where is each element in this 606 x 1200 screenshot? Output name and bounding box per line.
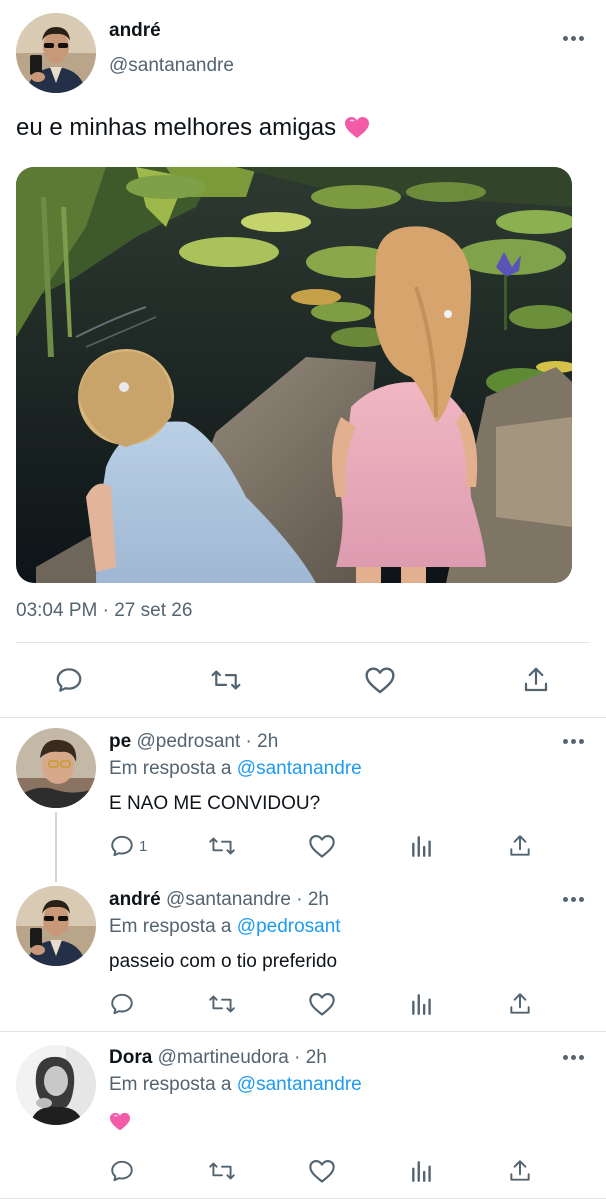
retweet-icon — [211, 670, 241, 690]
reply-header: pe @pedrosant · 2h — [109, 731, 278, 753]
reply-prefix: Em resposta a — [109, 758, 232, 779]
reply-context: Em resposta a @pedrosant — [109, 916, 341, 938]
avatar-pe[interactable] — [16, 728, 96, 808]
separator: · — [288, 1047, 306, 1068]
reply-prefix: Em resposta a — [109, 916, 232, 937]
share-icon — [510, 835, 530, 856]
tweet-photo[interactable] — [16, 167, 572, 583]
reply-icon — [56, 668, 82, 692]
tweet-text-content: eu e minhas melhores amigas — [16, 114, 337, 141]
reply-mention-link[interactable]: @santanandre — [237, 758, 362, 779]
retweet-icon — [209, 837, 235, 855]
retweet-icon — [209, 1162, 235, 1180]
avatar-andre[interactable] — [16, 886, 96, 966]
like-button[interactable] — [308, 1158, 336, 1184]
reply-author-name[interactable]: pe — [109, 731, 131, 752]
reply-prefix: Em resposta a — [109, 1074, 232, 1095]
like-icon — [309, 993, 335, 1016]
tweet-timestamp[interactable]: 03:04 PM · 27 set 26 — [16, 600, 192, 622]
share-button[interactable] — [507, 833, 533, 859]
retweet-button[interactable] — [207, 991, 237, 1017]
share-icon — [524, 667, 548, 692]
like-icon — [309, 835, 335, 858]
divider — [0, 717, 606, 718]
reply-button[interactable]: 1 — [109, 833, 147, 859]
tweet-text: eu e minhas melhores amigas — [16, 114, 370, 142]
reply-text: E NAO ME CONVIDOU? — [109, 793, 321, 814]
pink-heart-emoji — [345, 117, 370, 138]
retweet-button[interactable] — [209, 665, 243, 695]
reply-button[interactable] — [109, 991, 135, 1017]
separator: · — [290, 889, 308, 910]
reply-icon — [111, 1160, 133, 1182]
like-icon — [365, 667, 395, 694]
divider — [0, 1031, 606, 1032]
retweet-button[interactable] — [207, 833, 237, 859]
reply-text: passeio com o tio preferido — [109, 951, 338, 972]
separator: · — [240, 731, 258, 752]
retweet-icon — [209, 995, 235, 1013]
analytics-icon — [412, 836, 431, 857]
reply-icon — [111, 993, 133, 1015]
retweet-button[interactable] — [207, 1158, 237, 1184]
like-button[interactable] — [308, 991, 336, 1017]
author-handle[interactable]: @santanandre — [109, 55, 234, 77]
analytics-icon — [412, 1161, 431, 1182]
reply-mention-link[interactable]: @pedrosant — [237, 916, 341, 937]
reply-mention-link[interactable]: @santanandre — [237, 1074, 362, 1095]
reply-time[interactable]: 2h — [257, 731, 278, 752]
share-button[interactable] — [507, 1158, 533, 1184]
reply-author-handle[interactable]: @santanandre — [166, 889, 291, 910]
share-icon — [510, 993, 530, 1014]
reply-text: 💗 — [109, 1112, 131, 1138]
reply-count: 1 — [139, 837, 148, 855]
share-button[interactable] — [521, 665, 551, 695]
analytics-button[interactable] — [409, 991, 435, 1017]
analytics-button[interactable] — [409, 833, 435, 859]
thread-connector — [55, 812, 57, 882]
more-options-icon[interactable] — [563, 36, 584, 41]
reply-header: Dora @martineudora · 2h — [109, 1047, 327, 1069]
more-options-icon[interactable] — [563, 739, 584, 744]
reply-button[interactable] — [54, 665, 84, 695]
reply-button[interactable] — [109, 1158, 135, 1184]
like-icon — [309, 1160, 335, 1183]
divider — [16, 642, 590, 643]
pink-heart-emoji — [110, 1112, 130, 1131]
share-icon — [510, 1160, 530, 1181]
reply-author-handle[interactable]: @pedrosant — [136, 731, 240, 752]
share-button[interactable] — [507, 991, 533, 1017]
reply-time[interactable]: 2h — [306, 1047, 327, 1068]
reply-icon — [111, 835, 133, 857]
reply-author-name[interactable]: andré — [109, 889, 161, 910]
divider — [0, 1198, 606, 1199]
more-options-icon[interactable] — [563, 897, 584, 902]
analytics-icon — [412, 994, 431, 1015]
reply-context: Em resposta a @santanandre — [109, 758, 362, 780]
avatar-dora[interactable] — [16, 1045, 96, 1125]
reply-author-handle[interactable]: @martineudora — [158, 1047, 289, 1068]
reply-header: andré @santanandre · 2h — [109, 889, 329, 911]
author-name[interactable]: andré — [109, 20, 161, 42]
reply-author-name[interactable]: Dora — [109, 1047, 152, 1068]
more-options-icon[interactable] — [563, 1055, 584, 1060]
analytics-button[interactable] — [409, 1158, 435, 1184]
like-button[interactable] — [308, 833, 336, 859]
like-button[interactable] — [364, 665, 396, 695]
avatar-andre[interactable] — [16, 13, 96, 93]
reply-context: Em resposta a @santanandre — [109, 1074, 362, 1096]
reply-time[interactable]: 2h — [308, 889, 329, 910]
